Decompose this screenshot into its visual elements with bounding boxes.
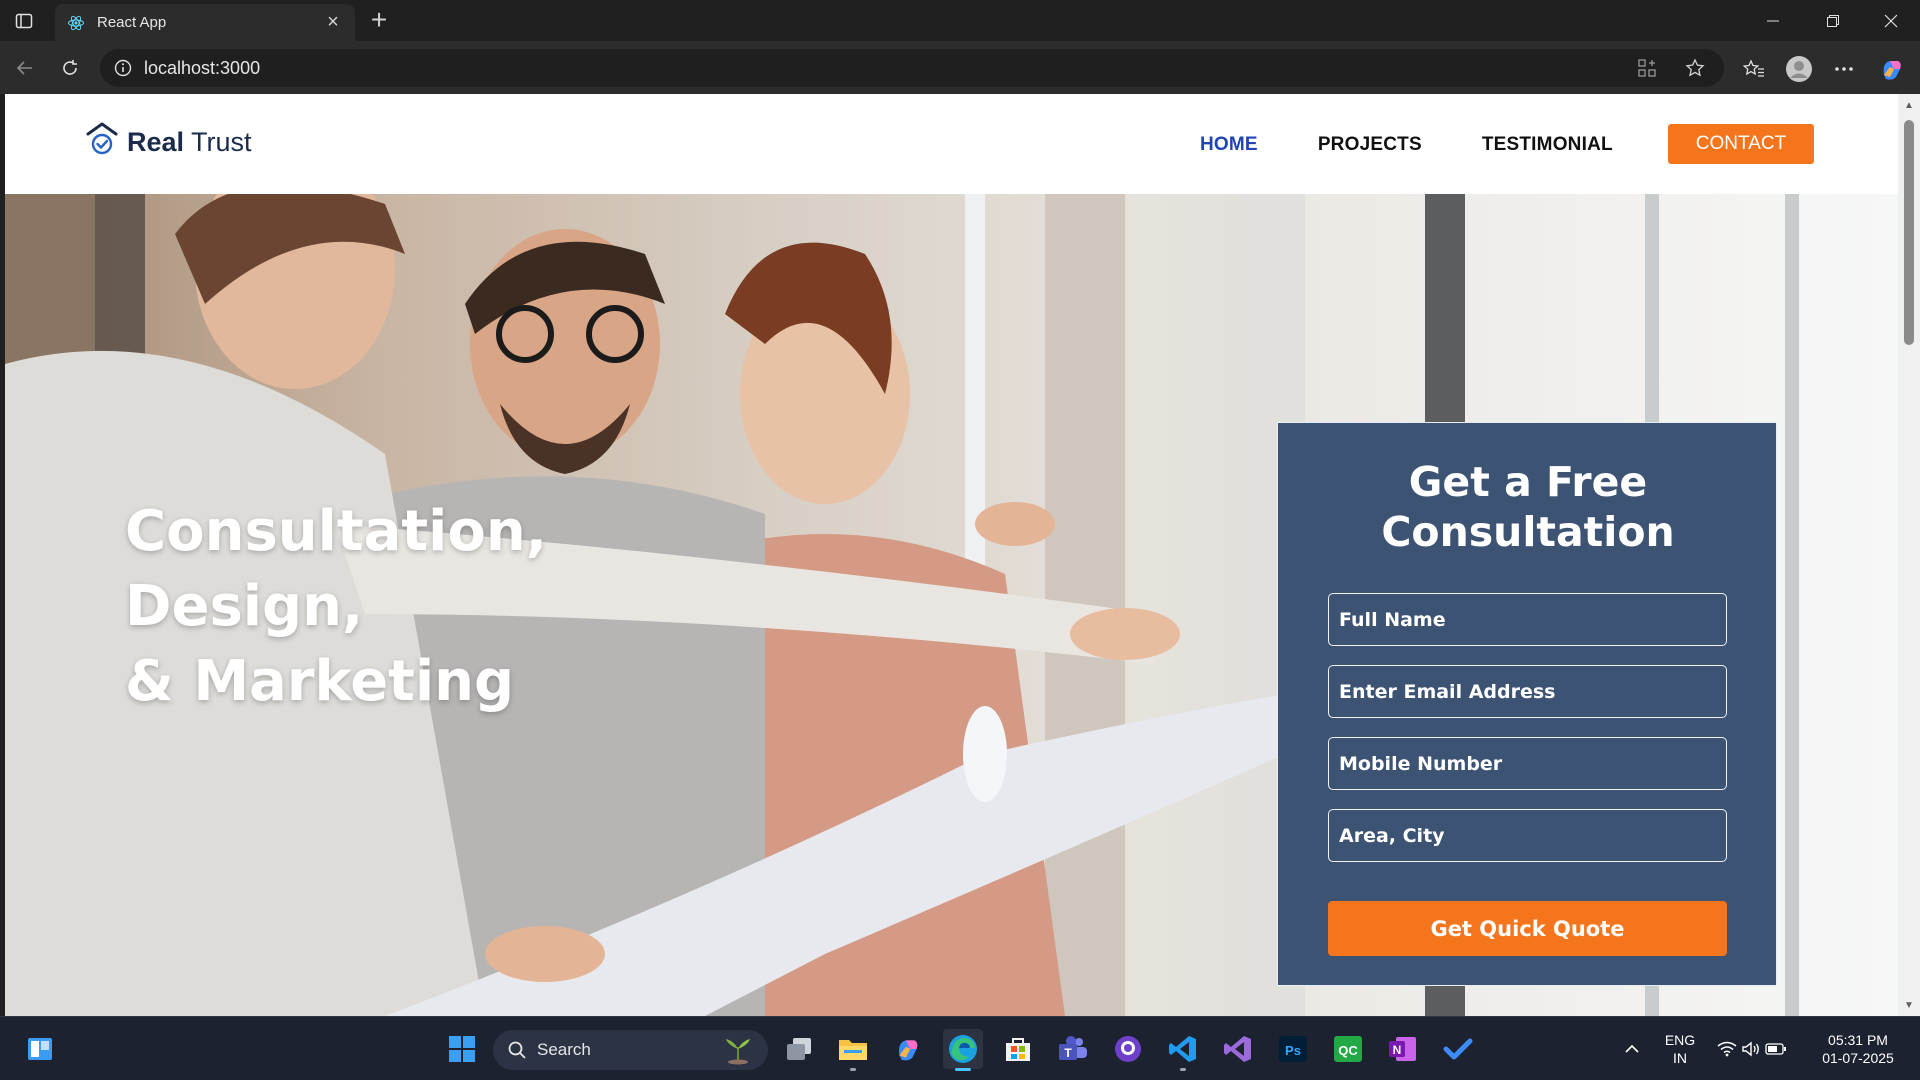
form-title-line-2: Consultation [1381,508,1675,556]
page-scrollbar[interactable]: ▲ ▼ [1898,94,1920,1016]
house-check-icon [86,122,118,155]
active-indicator [955,1068,971,1071]
svg-text:T: T [1064,1046,1072,1060]
copilot-icon[interactable] [1876,53,1908,85]
scroll-up-icon[interactable]: ▲ [1903,100,1915,111]
time-label: 05:31 PM [1828,1032,1888,1048]
search-icon [508,1041,526,1059]
profile-avatar-icon[interactable] [1783,53,1815,85]
volume-icon [1742,1041,1759,1057]
get-quick-quote-button[interactable]: Get Quick Quote [1328,901,1727,956]
taskbar-search[interactable]: Search [493,1030,768,1070]
qc-app-icon[interactable]: QC [1328,1029,1368,1069]
plant-icon [726,1039,750,1065]
logo-text: Real Trust [127,127,252,157]
scroll-down-icon[interactable]: ▼ [1903,1000,1915,1011]
minimize-icon[interactable] [1744,0,1802,41]
battery-icon [1765,1043,1786,1055]
onenote-icon[interactable]: N [1383,1029,1423,1069]
back-icon[interactable] [10,53,40,83]
react-icon [68,15,84,30]
github-desktop-icon[interactable] [1108,1029,1148,1069]
mobile-number-input[interactable] [1328,737,1727,790]
hero-line-2: Design, [125,574,364,639]
vscode-icon[interactable] [1163,1029,1203,1071]
language-label: ENG [1664,1032,1696,1048]
language-indicator[interactable]: ENG IN [1660,1031,1700,1067]
full-name-input[interactable] [1328,593,1727,646]
favorites-icon[interactable] [1738,53,1770,85]
site-header: Real Trust HOME PROJECTS TESTIMONIAL CON… [5,94,1898,194]
browser-tab[interactable]: React App × [55,4,355,41]
chevron-up-icon[interactable] [1612,1029,1652,1069]
page-viewport: Real Trust HOME PROJECTS TESTIMONIAL CON… [5,94,1898,1016]
site-info-icon[interactable] [114,59,132,77]
scrollbar-thumb[interactable] [1904,120,1914,345]
svg-text:Ps: Ps [1285,1043,1301,1058]
tab-title: React App [97,14,167,31]
omnibox[interactable]: localhost:3000 [100,49,1724,87]
edge-browser-icon[interactable] [943,1029,983,1071]
nav-link-home[interactable]: HOME [1200,134,1258,156]
hero-title: Consultation, Design, & Marketing [125,494,825,719]
windows-start-icon[interactable] [442,1029,482,1069]
close-window-icon[interactable] [1862,0,1920,41]
svg-text:QC: QC [1338,1043,1358,1058]
app-grid-icon[interactable] [1632,53,1662,83]
microsoft-store-icon[interactable] [998,1029,1038,1069]
network-volume-battery[interactable] [1715,1029,1789,1069]
more-options-icon[interactable] [1828,53,1860,85]
restore-icon[interactable] [1804,0,1862,41]
widgets-icon[interactable] [20,1029,60,1069]
region-label: IN [1673,1050,1687,1066]
windows-taskbar: Search T Ps QC N ENG IN 05:31 PM 01-07-2… [0,1016,1920,1080]
teams-icon[interactable]: T [1053,1029,1093,1069]
form-title-line-1: Get a Free [1408,458,1648,506]
wifi-icon [1717,1041,1737,1057]
svg-text:N: N [1393,1043,1402,1057]
main-nav: HOME PROJECTS TESTIMONIAL [1200,134,1673,156]
refresh-icon[interactable] [55,53,85,83]
date-label: 01-07-2025 [1822,1050,1894,1066]
hero-section: Consultation, Design, & Marketing Get a … [5,194,1898,1016]
favorite-star-icon[interactable] [1680,53,1710,83]
area-city-input[interactable] [1328,809,1727,862]
hero-line-3: & Marketing [125,649,515,714]
task-view-icon[interactable] [779,1029,819,1069]
nav-link-projects[interactable]: PROJECTS [1318,134,1422,156]
url-text[interactable]: localhost:3000 [144,58,1614,79]
consultation-form: Get a Free Consultation Get Quick Quote [1277,422,1777,986]
running-indicator [850,1068,856,1071]
new-tab-button[interactable]: + [365,6,393,34]
form-title: Get a Free Consultation [1278,457,1778,557]
nav-link-testimonial[interactable]: TESTIMONIAL [1482,134,1613,156]
running-indicator [1180,1068,1186,1071]
hero-line-1: Consultation, [125,499,547,564]
address-bar-row: localhost:3000 [0,41,1920,94]
email-input[interactable] [1328,665,1727,718]
visual-studio-icon[interactable] [1218,1029,1258,1069]
clock[interactable]: 05:31 PM 01-07-2025 [1808,1031,1908,1067]
site-logo[interactable]: Real Trust [85,122,252,156]
photoshop-icon[interactable]: Ps [1273,1029,1313,1069]
close-tab-icon[interactable]: × [323,11,343,34]
copilot-app-icon[interactable] [888,1029,928,1069]
todo-check-icon[interactable] [1438,1029,1478,1069]
file-explorer-icon[interactable] [833,1029,873,1071]
contact-button[interactable]: CONTACT [1668,124,1814,164]
browser-titlebar: React App × + [0,0,1920,41]
search-label: Search [537,1040,591,1059]
tab-actions-icon[interactable] [12,9,36,33]
